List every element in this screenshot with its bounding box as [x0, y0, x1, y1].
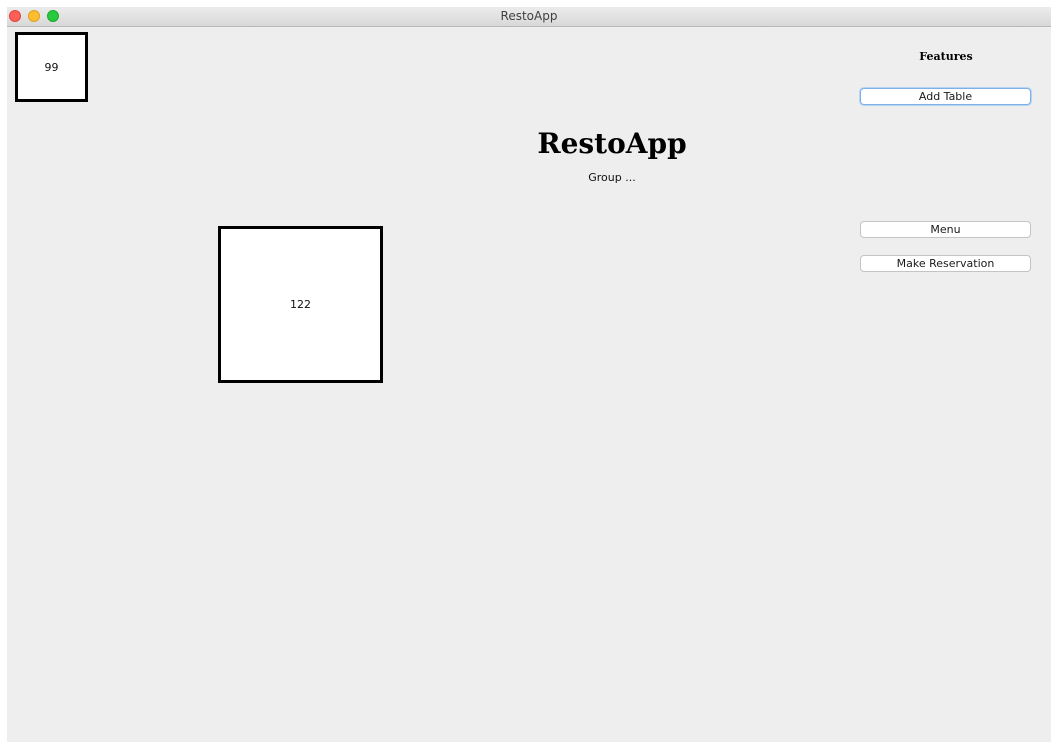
title-bar[interactable]: RestoApp — [7, 7, 1051, 27]
app-window: RestoApp 99 122 RestoApp Group ... Featu… — [7, 7, 1051, 742]
table-number: 99 — [44, 60, 59, 74]
table-122[interactable]: 122 — [218, 226, 383, 383]
menu-button[interactable]: Menu — [860, 221, 1031, 238]
table-number: 122 — [290, 298, 311, 311]
features-heading: Features — [919, 50, 973, 63]
table-99[interactable]: 99 — [15, 32, 88, 102]
group-label: Group ... — [588, 171, 636, 184]
add-table-button[interactable]: Add Table — [860, 88, 1031, 105]
window-title: RestoApp — [500, 9, 558, 23]
app-title: RestoApp — [537, 127, 687, 160]
make-reservation-button[interactable]: Make Reservation — [860, 255, 1031, 272]
restaurant-floor: 99 122 RestoApp Group ... Features Add T… — [7, 27, 1051, 742]
